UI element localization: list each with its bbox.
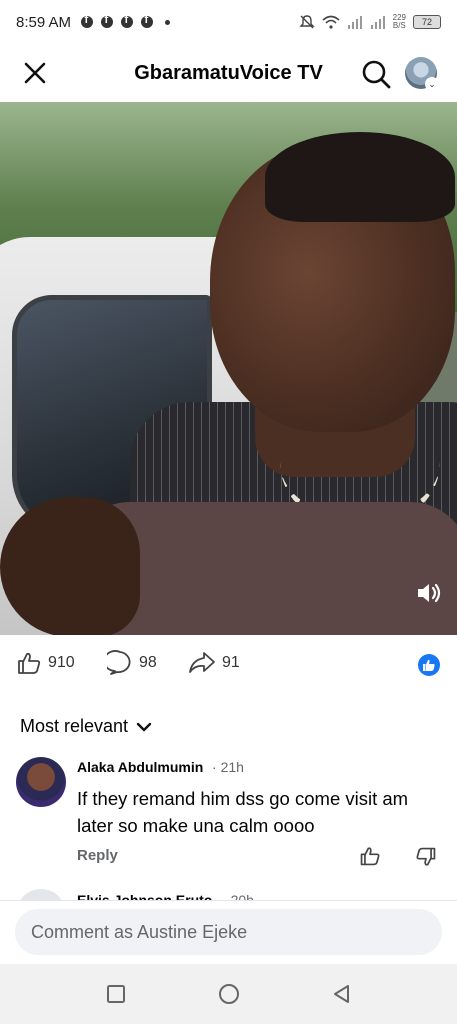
comment-text: If they remand him dss go come visit am … [77, 788, 409, 836]
close-icon [24, 62, 46, 84]
search-icon [362, 60, 391, 89]
like-count: 910 [48, 654, 75, 671]
like-button[interactable]: 910 [16, 650, 75, 676]
profile-avatar-button[interactable]: ⌄ [405, 57, 439, 91]
chevron-down-icon [136, 722, 152, 731]
square-icon [107, 985, 125, 1003]
commenter-avatar[interactable] [16, 757, 66, 807]
video-foreground-hand [0, 497, 140, 635]
comment-author[interactable]: Alaka Abdulmumin [77, 759, 203, 775]
back-button[interactable] [330, 982, 354, 1006]
facebook-notification-icon [101, 14, 114, 28]
close-button[interactable] [22, 60, 48, 86]
battery-level: 72 [421, 17, 432, 27]
recent-apps-button[interactable] [104, 982, 128, 1006]
speaker-icon [418, 583, 441, 603]
mute-icon [298, 15, 315, 29]
reply-button[interactable]: Reply [77, 847, 118, 864]
circle-icon [219, 984, 239, 1004]
network-speed-unit: B/S [392, 21, 406, 30]
search-button[interactable] [360, 58, 392, 90]
share-button[interactable]: 91 [188, 650, 240, 676]
comment-input-placeholder: Comment as Austine Ejeke [31, 921, 248, 942]
status-time: 8:59 AM [16, 13, 72, 31]
wifi-icon [322, 15, 340, 29]
comment-time-value: 21h [220, 759, 244, 775]
more-notifications-dot-icon [165, 19, 171, 25]
volume-button[interactable] [414, 578, 444, 608]
home-button[interactable] [217, 982, 241, 1006]
chevron-down-icon: ⌄ [425, 77, 439, 91]
battery-icon: 72 [413, 15, 441, 29]
share-count: 91 [222, 654, 240, 671]
comment-timestamp: · 21h [212, 759, 244, 775]
video-person-hair [265, 132, 455, 222]
comment-composer-bar: Comment as Austine Ejeke [0, 900, 457, 964]
system-navigation-bar [0, 964, 457, 1024]
comment-count: 98 [139, 654, 157, 671]
comment-like-button[interactable] [359, 845, 381, 872]
reactions-bar: 910 98 91 [0, 646, 457, 682]
back-triangle-icon [334, 985, 349, 1003]
network-speed: 229 B/S [393, 14, 406, 30]
like-reaction-badge-icon[interactable] [418, 654, 440, 676]
comment-bubble-icon [107, 650, 131, 675]
thumbs-up-icon [360, 847, 380, 866]
status-bar: 8:59 AM 229 B/S 72 [0, 0, 457, 44]
comment-button[interactable]: 98 [107, 650, 157, 676]
comment-sort-dropdown[interactable]: Most relevant [20, 716, 152, 737]
video-player[interactable] [0, 102, 457, 635]
comment-dislike-button[interactable] [415, 846, 437, 873]
thumbs-up-icon [423, 659, 435, 671]
share-arrow-icon [189, 652, 215, 673]
app-header: GbaramatuVoice TV ⌄ [0, 44, 457, 102]
thumbs-up-icon [18, 652, 41, 674]
facebook-notification-icon [141, 14, 154, 28]
facebook-notification-icon [81, 14, 94, 28]
sort-label: Most relevant [20, 716, 129, 736]
signal-icon [347, 16, 362, 29]
facebook-notification-icon [121, 14, 134, 28]
comment-input[interactable]: Comment as Austine Ejeke [15, 909, 442, 955]
thumbs-down-icon [416, 847, 436, 866]
signal-icon [370, 16, 385, 29]
